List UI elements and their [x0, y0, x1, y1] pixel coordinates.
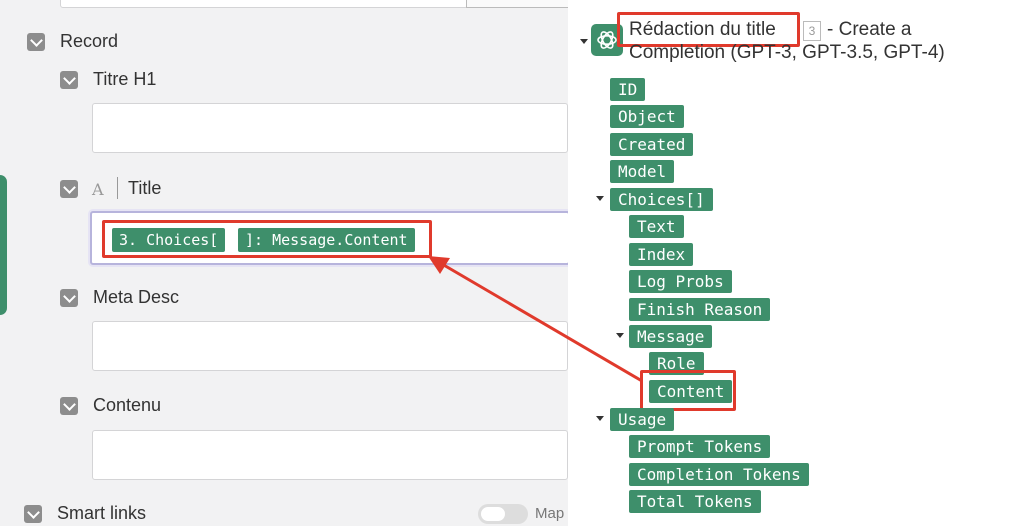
record-label: Record [60, 31, 119, 51]
module-subtitle-line2: Completion (GPT-3, GPT-3.5, GPT-4) [629, 42, 945, 63]
field-collapse-icon[interactable] [60, 180, 78, 198]
mapping-panel: Record Titre H1 A Title 3. Choices[ ]: M… [0, 0, 568, 526]
tree-item-finish-reason[interactable]: Finish Reason [629, 298, 771, 321]
contenu-input[interactable] [92, 430, 568, 480]
map-toggle[interactable] [478, 504, 528, 524]
field-label-meta-desc: Meta Desc [93, 287, 180, 307]
mapping-pill-choices[interactable]: 3. Choices[ [112, 228, 226, 252]
tree-item-prompt-tokens[interactable]: Prompt Tokens [629, 435, 771, 458]
module-number-badge: 3 [803, 21, 821, 41]
popover-notch [558, 226, 568, 246]
usage-caret-icon[interactable] [596, 416, 604, 421]
message-caret-icon[interactable] [616, 333, 624, 338]
tree-item-usage[interactable]: Usage [610, 408, 675, 431]
record-collapse-icon[interactable] [27, 33, 45, 51]
field-collapse-icon[interactable] [60, 289, 78, 307]
mapping-pill-message-content[interactable]: ]: Message.Content [238, 228, 415, 252]
tree-item-total-tokens[interactable]: Total Tokens [629, 490, 761, 513]
top-partial-button[interactable] [466, 0, 568, 8]
tree-item-model[interactable]: Model [610, 160, 675, 183]
choices-caret-icon[interactable] [596, 196, 604, 201]
tree-item-log-probs[interactable]: Log Probs [629, 270, 732, 293]
tree-item-id[interactable]: ID [610, 78, 646, 101]
collapse-caret-icon[interactable] [580, 39, 588, 44]
titre-h1-input[interactable] [92, 103, 568, 153]
tree-item-message[interactable]: Message [629, 325, 713, 348]
smart-links-collapse-icon[interactable] [24, 505, 42, 523]
field-label-titre-h1: Titre H1 [93, 69, 157, 89]
mapping-tree-panel: Rédaction du title 3 - Create a Completi… [568, 0, 1024, 526]
top-partial-field[interactable] [60, 0, 468, 8]
field-collapse-icon[interactable] [60, 71, 78, 89]
tree-item-content[interactable]: Content [649, 380, 733, 403]
text-type-icon: A [92, 180, 104, 199]
tree-item-index[interactable]: Index [629, 243, 694, 266]
label-divider [117, 177, 118, 199]
tree-item-text[interactable]: Text [629, 215, 684, 238]
module-subtitle-line1: - Create a [827, 19, 912, 40]
tree-item-completion-tokens[interactable]: Completion Tokens [629, 463, 809, 486]
smart-links-label: Smart links [57, 503, 147, 523]
tree-item-choices[interactable]: Choices[] [610, 188, 713, 211]
meta-desc-input[interactable] [92, 321, 568, 371]
field-collapse-icon[interactable] [60, 397, 78, 415]
field-label-title: Title [128, 178, 162, 198]
title-input[interactable]: 3. Choices[ ]: Message.Content [90, 211, 568, 265]
edge-module-fragment [0, 175, 7, 315]
map-label: Map [535, 505, 565, 522]
field-label-contenu: Contenu [93, 395, 162, 415]
tree-item-created[interactable]: Created [610, 133, 694, 156]
tree-item-object[interactable]: Object [610, 105, 684, 128]
module-title: Rédaction du title [629, 19, 776, 40]
